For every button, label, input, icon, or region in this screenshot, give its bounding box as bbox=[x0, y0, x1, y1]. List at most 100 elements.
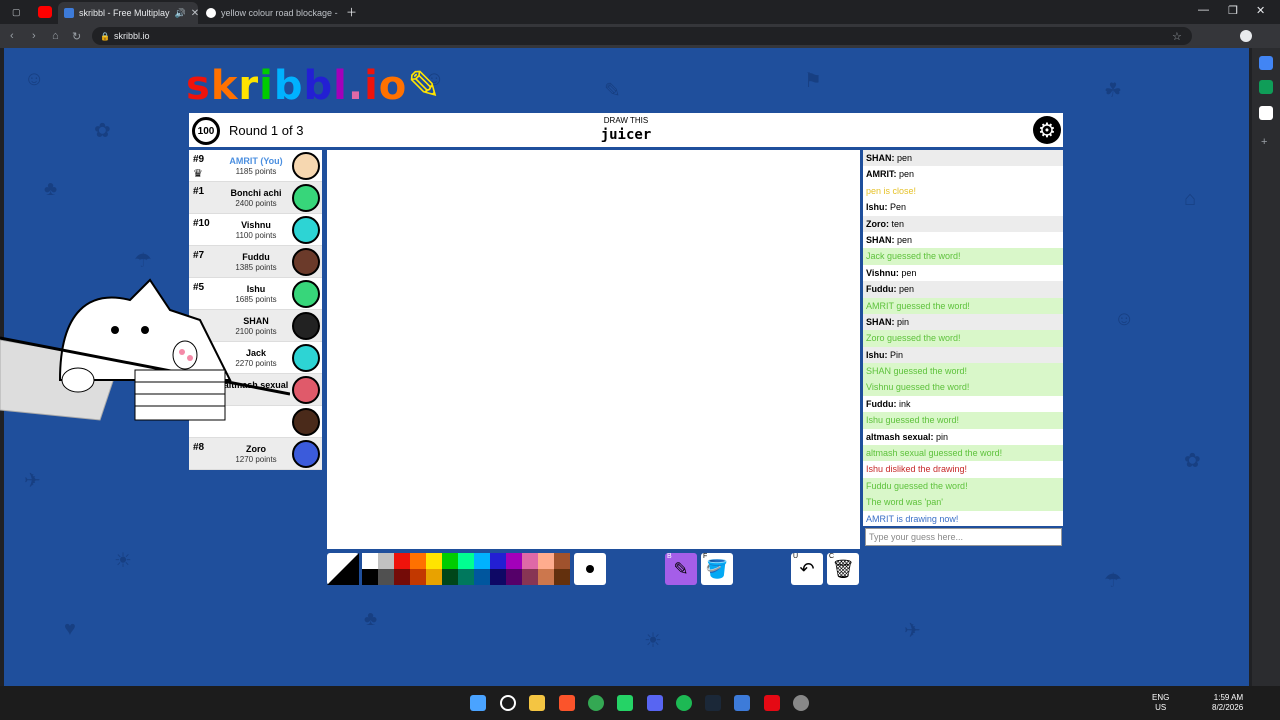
netflix-icon[interactable] bbox=[764, 695, 780, 711]
url-field[interactable]: 🔒 skribbl.io bbox=[92, 27, 1192, 45]
sidebar-app-icon[interactable] bbox=[1259, 56, 1273, 70]
fill-bucket-icon[interactable]: 🪣 F bbox=[701, 553, 733, 585]
color-swatch[interactable] bbox=[394, 553, 410, 569]
chat-message: Ishu: Pen bbox=[863, 199, 1063, 215]
chat-text: pen bbox=[899, 284, 915, 295]
app-icon[interactable] bbox=[793, 695, 809, 711]
color-swatch[interactable] bbox=[378, 569, 394, 585]
google-favicon-icon bbox=[206, 8, 216, 18]
color-swatch[interactable] bbox=[458, 553, 474, 569]
color-swatch[interactable] bbox=[522, 553, 538, 569]
minimize-icon[interactable]: — bbox=[1198, 4, 1209, 16]
color-swatch[interactable] bbox=[378, 553, 394, 569]
speaker-icon[interactable]: 🔊 bbox=[175, 8, 186, 19]
player-points: 1270 points bbox=[235, 455, 277, 464]
player-name: Vishnu bbox=[241, 220, 271, 230]
skribbl-taskbar-icon[interactable] bbox=[734, 695, 750, 711]
color-swatch[interactable] bbox=[554, 569, 570, 585]
color-swatch[interactable] bbox=[522, 569, 538, 585]
chat-text: altmash sexual guessed the word! bbox=[866, 448, 1003, 459]
star-icon[interactable]: ☆ bbox=[1172, 30, 1182, 43]
color-swatch[interactable] bbox=[490, 553, 506, 569]
close-tab-icon[interactable]: ✕ bbox=[191, 8, 198, 19]
player-points: 1185 points bbox=[235, 167, 277, 176]
doodle-icon: ☘ bbox=[1104, 80, 1122, 102]
color-swatch[interactable] bbox=[474, 553, 490, 569]
brave-icon[interactable] bbox=[559, 695, 575, 711]
color-swatch[interactable] bbox=[426, 569, 442, 585]
undo-icon[interactable]: ↶ U bbox=[791, 553, 823, 585]
time-label: 1:59 AM bbox=[1213, 693, 1244, 702]
profile-icon[interactable] bbox=[1240, 30, 1252, 42]
chat-message: Vishnu: pen bbox=[863, 265, 1063, 281]
chat-text: pin bbox=[897, 316, 910, 327]
color-swatch[interactable] bbox=[362, 569, 378, 585]
color-swatch[interactable] bbox=[362, 553, 378, 569]
tab-google[interactable]: yellow colour road blockage - G bbox=[200, 2, 338, 24]
reload-icon[interactable]: ↻ bbox=[72, 30, 81, 43]
settings-gear-icon[interactable]: ⚙ bbox=[1033, 116, 1061, 144]
tab-skribbl[interactable]: skribbl - Free Multiplay 🔊 ✕ bbox=[58, 2, 198, 24]
back-icon[interactable]: ‹ bbox=[10, 30, 14, 42]
player-name: Bonchi achi bbox=[230, 188, 282, 198]
discord-icon[interactable] bbox=[647, 695, 663, 711]
date-label: 8/2/2026 bbox=[1212, 703, 1244, 712]
guess-input[interactable]: Type your guess here... bbox=[865, 528, 1062, 546]
start-icon[interactable] bbox=[470, 695, 486, 711]
player-row[interactable]: #9 AMRIT (You) 1185 points ♛ bbox=[189, 150, 322, 182]
color-swatch[interactable] bbox=[554, 553, 570, 569]
doodle-icon: ⌂ bbox=[1184, 188, 1197, 210]
sidebar-app-icon[interactable] bbox=[1259, 80, 1273, 94]
skribbl-logo: skribbl.io✎ bbox=[186, 63, 442, 109]
brush-size-icon[interactable] bbox=[574, 553, 606, 585]
player-name: Fuddu bbox=[242, 252, 270, 262]
game-header: 100 Round 1 of 3 DRAW THIS juicer ⚙ bbox=[189, 113, 1063, 147]
trash-icon[interactable]: 🗑 C bbox=[827, 553, 859, 585]
drawing-canvas[interactable] bbox=[327, 150, 860, 549]
restore-icon[interactable]: ❐ bbox=[1228, 4, 1238, 17]
new-tab-icon[interactable]: ＋ bbox=[346, 4, 357, 20]
spotify-icon[interactable] bbox=[676, 695, 692, 711]
color-swatch[interactable] bbox=[474, 569, 490, 585]
add-icon[interactable]: + bbox=[1261, 136, 1267, 148]
player-row[interactable]: #10 Vishnu 1100 points bbox=[189, 214, 322, 246]
player-rank: #7 bbox=[193, 250, 205, 261]
player-row[interactable]: #1 Bonchi achi 2400 points bbox=[189, 182, 322, 214]
chat-author: Ishu: bbox=[866, 349, 888, 360]
forward-icon[interactable]: › bbox=[32, 30, 36, 42]
region-label: US bbox=[1155, 703, 1167, 712]
home-icon[interactable]: ⌂ bbox=[52, 30, 59, 42]
steam-icon[interactable] bbox=[705, 695, 721, 711]
tab-menu-icon[interactable]: ▢ bbox=[6, 4, 22, 20]
color-swatch[interactable] bbox=[458, 569, 474, 585]
file-explorer-icon[interactable] bbox=[529, 695, 545, 711]
chat-message: Ishu disliked the drawing! bbox=[863, 461, 1063, 478]
player-avatar-icon bbox=[292, 184, 320, 212]
chat-message: The word was 'pan' bbox=[863, 494, 1063, 511]
chrome-icon[interactable] bbox=[588, 695, 604, 711]
color-swatch[interactable] bbox=[506, 553, 522, 569]
language-indicator[interactable]: ENG US bbox=[1152, 693, 1169, 713]
current-color-icon[interactable] bbox=[327, 553, 359, 585]
color-swatch[interactable] bbox=[442, 553, 458, 569]
youtube-tab-icon[interactable] bbox=[38, 6, 52, 18]
color-swatch[interactable] bbox=[426, 553, 442, 569]
calendar-icon[interactable] bbox=[1259, 106, 1273, 120]
player-row[interactable]: #8 Zoro 1270 points bbox=[189, 438, 322, 470]
color-swatch[interactable] bbox=[394, 569, 410, 585]
clock[interactable]: 1:59 AM 8/2/2026 bbox=[1212, 693, 1243, 713]
player-rank: #9 bbox=[193, 154, 205, 165]
color-swatch[interactable] bbox=[442, 569, 458, 585]
color-swatch[interactable] bbox=[410, 553, 426, 569]
pencil-tool-icon[interactable]: ✎ B bbox=[665, 553, 697, 585]
search-icon[interactable] bbox=[500, 695, 516, 711]
whatsapp-icon[interactable] bbox=[617, 695, 633, 711]
color-swatch[interactable] bbox=[538, 569, 554, 585]
color-swatch[interactable] bbox=[506, 569, 522, 585]
chat-log: SHAN: pen AMRIT: pen pen is close! Ishu: Pe… bbox=[863, 150, 1063, 526]
color-swatch[interactable] bbox=[410, 569, 426, 585]
close-window-icon[interactable]: ✕ bbox=[1256, 4, 1265, 17]
color-swatch[interactable] bbox=[490, 569, 506, 585]
chat-text: Zoro guessed the word! bbox=[866, 333, 961, 344]
color-swatch[interactable] bbox=[538, 553, 554, 569]
